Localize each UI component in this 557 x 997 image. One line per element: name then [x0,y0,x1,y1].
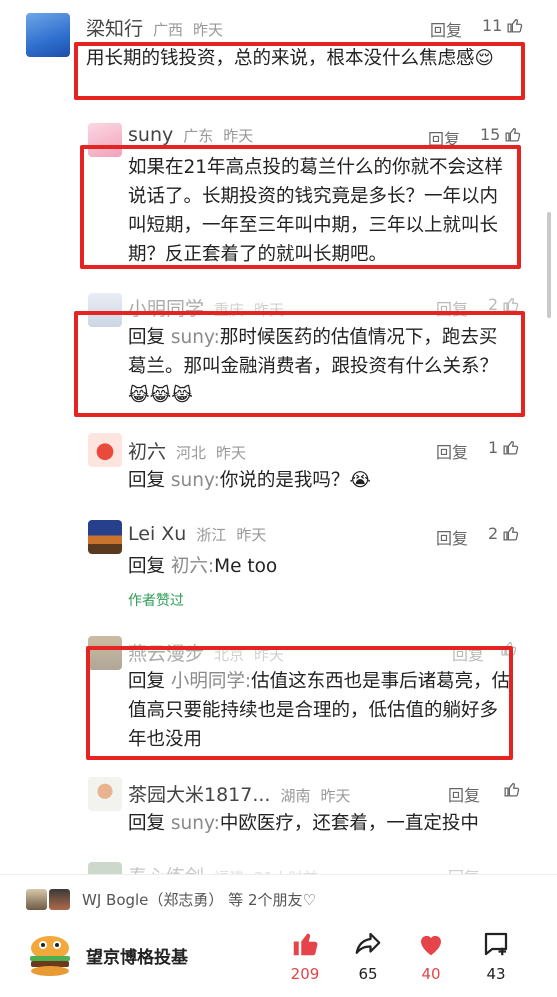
comment-author[interactable]: 茶园大米1817... [128,780,270,807]
like-button[interactable]: 15 [480,125,521,144]
comment-button[interactable]: 43 [471,929,521,983]
like-button[interactable]: 2 [488,524,519,543]
heart-icon [421,935,441,956]
avatar[interactable] [88,433,122,467]
comment-author[interactable]: suny [128,124,173,146]
comment-text: Me too [214,556,278,577]
like-button[interactable] [503,781,520,798]
reply-target[interactable]: suny: [171,470,220,491]
highlight-box [74,311,525,417]
reply-button[interactable]: 回复 [430,17,462,41]
reply-label: 回复 [128,470,166,491]
avatar [26,889,47,910]
friends-liked-text: WJ Bogle（郑志勇） 等 2个朋友♡ [82,891,316,909]
comment-add-icon [484,932,508,956]
favorite-count: 40 [421,965,441,983]
avatar[interactable] [26,13,70,57]
reply-button[interactable]: 回复 [436,525,468,549]
like-count: 209 [290,965,320,983]
share-count: 65 [358,965,378,983]
share-icon [355,932,381,954]
thumbs-up-icon [504,782,520,797]
like-count: 2 [488,524,499,543]
reply-label: 回复 [128,556,166,577]
comment-location: 浙江 [196,526,227,544]
comment-author[interactable]: Lei Xu [128,523,186,545]
thumbs-up-icon [293,933,318,956]
like-count: 15 [480,125,501,144]
account-profile[interactable]: 望京博格投基 [26,931,188,979]
thumbs-up-icon [503,440,519,455]
thumbs-up-icon [503,526,519,541]
comment-location: 河北 [176,444,207,462]
comment-location: 湖南 [280,787,311,805]
avatar[interactable] [88,777,122,811]
friends-liked-row[interactable]: WJ Bogle（郑志勇） 等 2个朋友♡ [26,889,316,910]
comment-location: 广东 [183,127,214,145]
reply-label: 回复 [128,813,166,834]
reply-target[interactable]: suny: [171,813,220,834]
like-action-button[interactable]: 209 [280,929,330,983]
avatar[interactable] [88,520,122,554]
comment-time: 昨天 [216,444,247,462]
account-name: 望京博格投基 [86,947,188,968]
comment-time: 昨天 [236,526,267,544]
reply-button[interactable]: 回复 [436,439,468,463]
favorite-button[interactable]: 40 [406,929,456,983]
comment-time: 昨天 [320,787,351,805]
comment-author[interactable]: 初六 [128,437,166,464]
highlight-box [86,646,513,760]
like-button[interactable]: 11 [482,16,523,35]
comment-text: 你说的是我吗？ [219,470,350,491]
emoji: 😭 [349,470,371,491]
thumbs-up-icon [505,127,521,142]
scrollbar[interactable] [547,212,551,318]
like-button[interactable]: 1 [488,438,519,457]
comment-location: 广西 [153,21,184,39]
comment-time: 昨天 [193,21,224,39]
reply-target[interactable]: 初六: [171,556,214,577]
thumbs-up-icon [507,18,523,33]
reply-button[interactable]: 回复 [448,782,480,806]
comment-time: 昨天 [223,127,254,145]
highlight-box [74,42,525,100]
comment-author[interactable]: 梁知行 [86,14,143,41]
burger-avatar-icon [30,936,70,976]
like-count: 11 [482,16,503,35]
comment-text: 中欧医疗，还套着，一直定投中 [219,813,479,834]
share-button[interactable]: 65 [343,929,393,983]
highlight-box [80,145,521,269]
bottom-action-bar: WJ Bogle（郑志勇） 等 2个朋友♡ 望京博格投基 209 65 40 4… [0,874,557,997]
avatar [49,889,70,910]
comment-count: 43 [486,965,506,983]
like-count: 1 [488,438,499,457]
friend-avatars [26,889,70,910]
author-liked-badge: 作者赞过 [128,593,184,609]
